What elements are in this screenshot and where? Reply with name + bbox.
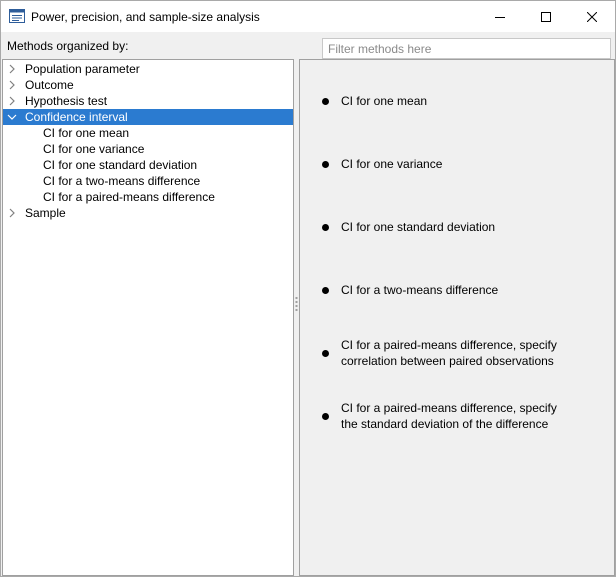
bullet-icon [322,98,329,105]
tree-item-label: CI for a two-means difference [43,174,201,188]
method-label: CI for one variance [341,156,581,172]
tree-item-label: CI for one variance [43,142,145,156]
tree-item-label: Population parameter [25,62,140,76]
minimize-button[interactable] [477,1,523,32]
bullet-icon [322,224,329,231]
tree-item-label: CI for a paired-means difference [43,190,215,204]
chevron-down-icon[interactable] [7,112,17,122]
chevron-right-icon[interactable] [7,80,17,90]
tree-item-label: CI for one standard deviation [43,158,198,172]
bullet-icon [322,350,329,357]
method-label: CI for one mean [341,93,581,109]
tree-item-outcome[interactable]: Outcome [3,77,293,93]
tree-child-ci-one-mean[interactable]: CI for one mean [3,125,293,141]
tree-child-ci-one-sd[interactable]: CI for one standard deviation [3,157,293,173]
chevron-right-icon[interactable] [7,64,17,74]
splitter-grip-icon[interactable] [295,297,298,311]
methods-organized-label: Methods organized by: [7,39,129,53]
method-label-line: the standard deviation of the difference [341,417,549,431]
app-window-icon [9,9,25,23]
bullet-icon [322,287,329,294]
tree-item-label: Outcome [25,78,74,92]
method-link-ci-one-sd[interactable]: CI for one standard deviation [322,219,602,235]
tree-item-label: Sample [25,206,66,220]
tree-item-hypothesis-test[interactable]: Hypothesis test [3,93,293,109]
close-button[interactable] [569,1,615,32]
method-label-line: CI for a paired-means difference, specif… [341,401,557,415]
method-label: CI for a two-means difference [341,282,581,298]
tree-item-label: CI for one mean [43,126,130,140]
close-icon [587,11,597,22]
tree-item-sample[interactable]: Sample [3,205,293,221]
methods-detail-pane: CI for one mean CI for one variance CI f… [299,59,615,576]
bullet-icon [322,413,329,420]
tree-child-ci-one-variance[interactable]: CI for one variance [3,141,293,157]
method-link-ci-two-means[interactable]: CI for a two-means difference [322,282,602,298]
tree-item-label: Confidence interval [25,110,128,124]
minimize-icon [495,16,505,18]
window-title: Power, precision, and sample-size analys… [31,10,260,24]
method-label: CI for a paired-means difference, specif… [341,400,581,432]
method-label-line: CI for one standard deviation [341,220,496,234]
method-link-ci-one-mean[interactable]: CI for one mean [322,93,602,109]
bullet-icon [322,161,329,168]
method-label-line: correlation between paired observations [341,354,554,368]
method-label: CI for one standard deviation [341,219,581,235]
method-link-ci-paired-sd[interactable]: CI for a paired-means difference, specif… [322,400,602,432]
methods-tree: Population parameter Outcome Hypothesis … [2,59,294,576]
method-label-line: CI for one mean [341,94,428,108]
method-link-ci-one-variance[interactable]: CI for one variance [322,156,602,172]
tree-item-label: Hypothesis test [25,94,108,108]
filter-methods-input[interactable] [322,38,611,59]
app-window: Power, precision, and sample-size analys… [0,0,616,577]
method-label-line: CI for one variance [341,157,443,171]
method-label-line: CI for a paired-means difference, specif… [341,338,557,352]
method-link-ci-paired-correlation[interactable]: CI for a paired-means difference, specif… [322,337,602,369]
tree-item-population-parameter[interactable]: Population parameter [3,61,293,77]
maximize-button[interactable] [523,1,569,32]
method-label: CI for a paired-means difference, specif… [341,337,581,369]
title-bar: Power, precision, and sample-size analys… [1,1,615,32]
tree-item-confidence-interval[interactable]: Confidence interval [3,109,293,125]
chevron-right-icon[interactable] [7,96,17,106]
method-label-line: CI for a two-means difference [341,283,499,297]
maximize-icon [541,11,551,22]
tree-child-ci-paired-means[interactable]: CI for a paired-means difference [3,189,293,205]
chevron-right-icon[interactable] [7,208,17,218]
tree-child-ci-two-means[interactable]: CI for a two-means difference [3,173,293,189]
